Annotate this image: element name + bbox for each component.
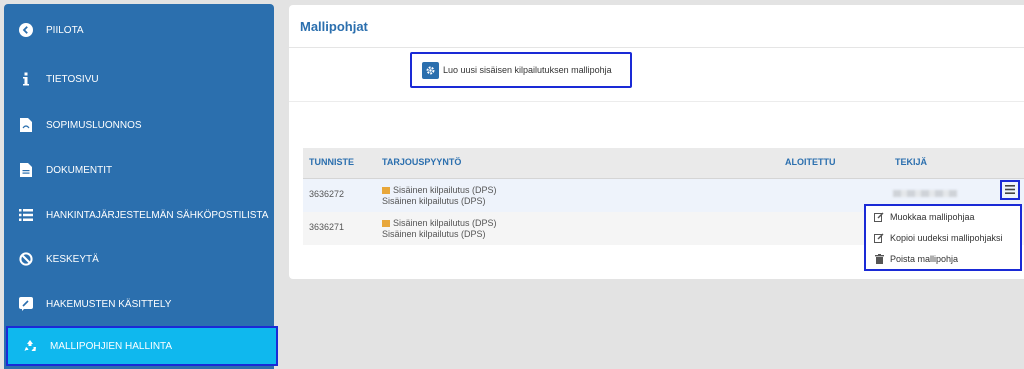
offer-subtitle: Sisäinen kilpailutus (DPS) <box>382 196 486 206</box>
menu-item-edit-template[interactable]: Muokkaa mallipohjaa <box>866 206 1020 227</box>
divider <box>289 101 1024 102</box>
chevron-left-circle-icon <box>18 22 34 38</box>
sidebar-item-sopimusluonnos[interactable]: SOPIMUSLUONNOS <box>4 105 274 145</box>
trash-icon <box>874 253 884 264</box>
list-icon <box>18 207 34 223</box>
sidebar-item-keskeyta[interactable]: KESKEYTÄ <box>4 239 274 279</box>
row-id: 3636272 <box>309 189 345 199</box>
menu-item-label: Poista mallipohja <box>890 253 959 264</box>
sidebar-item-label: KESKEYTÄ <box>46 253 99 265</box>
new-template-button[interactable]: Luo uusi sisäisen kilpailutuksen mallipo… <box>410 52 632 88</box>
sidebar-item-dokumentit[interactable]: DOKUMENTIT <box>4 150 274 190</box>
copy-edit-icon <box>874 233 884 243</box>
sidebar-item-hakemusten-kasittely[interactable]: HAKEMUSTEN KÄSITTELY <box>4 284 274 324</box>
offer-subtitle: Sisäinen kilpailutus (DPS) <box>382 229 486 239</box>
row-menu-button[interactable] <box>1000 180 1020 200</box>
sidebar: PIILOTA TIETOSIVU SOPIMUSLUONNOS DOKUMEN… <box>4 4 278 369</box>
menu-item-label: Kopioi uudeksi mallipohjaksi <box>890 232 1003 243</box>
recycle-icon <box>22 338 38 354</box>
folder-icon <box>382 220 390 228</box>
row-action-menu: Muokkaa mallipohjaa Kopioi uudeksi malli… <box>864 204 1022 271</box>
sidebar-item-mallipohjien-hallinta[interactable]: MALLIPOHJIEN HALLINTA <box>6 326 278 366</box>
sidebar-item-label: DOKUMENTIT <box>46 164 113 176</box>
sidebar-item-label: SOPIMUSLUONNOS <box>46 119 142 131</box>
sidebar-item-label: MALLIPOHJIEN HALLINTA <box>50 340 173 352</box>
edit-box-icon <box>18 296 34 312</box>
sidebar-item-label: PIILOTA <box>46 24 84 36</box>
offer-link[interactable]: Sisäinen kilpailutus (DPS) <box>393 218 497 228</box>
column-header-tunniste[interactable]: TUNNISTE <box>309 157 354 167</box>
row-offer: Sisäinen kilpailutus (DPS) Sisäinen kilp… <box>382 218 497 240</box>
new-template-label: Luo uusi sisäisen kilpailutuksen mallipo… <box>443 65 612 75</box>
pdf-file-icon <box>18 117 34 133</box>
document-icon <box>18 162 34 178</box>
menu-item-label: Muokkaa mallipohjaa <box>890 211 975 222</box>
info-icon <box>18 71 34 87</box>
offer-link[interactable]: Sisäinen kilpailutus (DPS) <box>393 185 497 195</box>
redacted-author <box>893 190 957 197</box>
sidebar-item-piilota[interactable]: PIILOTA <box>4 10 274 50</box>
sidebar-item-sahkopostilista[interactable]: HANKINTAJÄRJESTELMÄN SÄHKÖPOSTILISTA <box>4 195 274 235</box>
table-header: TUNNISTE TARJOUSPYYNTÖ ALOITETTU TEKIJÄ <box>303 148 1024 179</box>
hamburger-icon <box>1005 181 1015 199</box>
gear-icon <box>422 61 439 79</box>
row-id: 3636271 <box>309 222 345 232</box>
menu-item-delete-template[interactable]: Poista mallipohja <box>866 248 1020 269</box>
menu-item-copy-template[interactable]: Kopioi uudeksi mallipohjaksi <box>866 227 1020 248</box>
sidebar-item-tietosivu[interactable]: TIETOSIVU <box>4 59 274 99</box>
sidebar-item-label: HAKEMUSTEN KÄSITTELY <box>46 298 172 310</box>
column-header-aloitettu[interactable]: ALOITETTU <box>785 157 836 167</box>
edit-icon <box>874 212 884 222</box>
sidebar-item-label: TIETOSIVU <box>46 73 99 85</box>
ban-icon <box>18 251 34 267</box>
column-header-tarjouspyynto[interactable]: TARJOUSPYYNTÖ <box>382 157 461 167</box>
page-title: Mallipohjat <box>289 5 1024 48</box>
row-offer: Sisäinen kilpailutus (DPS) Sisäinen kilp… <box>382 185 497 207</box>
folder-icon <box>382 187 390 195</box>
sidebar-item-label: HANKINTAJÄRJESTELMÄN SÄHKÖPOSTILISTA <box>46 209 269 221</box>
column-header-tekija[interactable]: TEKIJÄ <box>895 157 927 167</box>
